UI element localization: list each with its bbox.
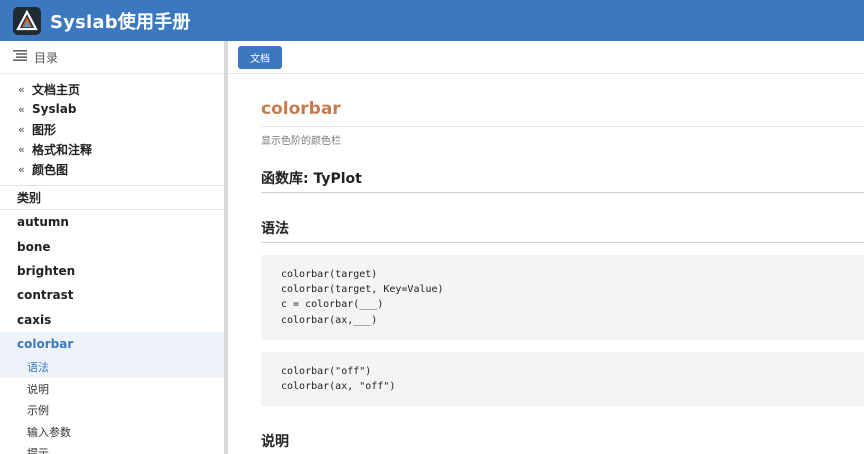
sidebar-item-contrast[interactable]: contrast (0, 283, 224, 307)
code-block[interactable]: colorbar(target) colorbar(target, Key=Va… (261, 255, 864, 340)
sidebar-item-colorbar[interactable]: colorbar (0, 331, 224, 357)
toc-list-icon[interactable] (13, 50, 27, 64)
breadcrumb-item-syslab[interactable]: « Syslab (0, 99, 224, 119)
syslab-logo-icon (13, 6, 41, 35)
double-chevron-left-icon: « (18, 82, 25, 96)
tab-document[interactable]: 文档 (238, 45, 282, 69)
sidebar-item-brighten[interactable]: brighten (0, 259, 224, 283)
breadcrumb-item-home[interactable]: « 文档主页 (0, 79, 224, 99)
sidebar: 目录 « 文档主页 « Syslab « 图形 « 格式和注释 « 颜色图 类别… (0, 41, 224, 454)
sidebar-subitem-syntax[interactable]: 语法 (0, 356, 224, 378)
double-chevron-left-icon: « (18, 142, 25, 156)
top-bar: Syslab使用手册 (0, 0, 864, 41)
sidebar-subitem-examples[interactable]: 示例 (0, 399, 224, 421)
toc-header[interactable]: 目录 (0, 41, 224, 74)
syntax-heading: 语法 (261, 218, 864, 243)
sidebar-item-autumn[interactable]: autumn (0, 210, 224, 234)
page-title: colorbar (261, 99, 341, 119)
code-line: colorbar(ax,___) (281, 314, 378, 326)
divider (261, 126, 864, 127)
sidebar-subitem-description[interactable]: 说明 (0, 378, 224, 400)
double-chevron-left-icon: « (18, 162, 25, 176)
sidebar-item-bone[interactable]: bone (0, 234, 224, 258)
breadcrumb-item-colormap[interactable]: « 颜色图 (0, 159, 224, 179)
toc-label: 目录 (34, 50, 59, 65)
double-chevron-left-icon: « (18, 122, 25, 136)
breadcrumb-item-graphics[interactable]: « 图形 (0, 119, 224, 139)
main-content: 文档 colorbar 显示色阶的颜色栏 函数库: TyPlot 语法 colo… (228, 41, 864, 454)
sidebar-category: 类别 (0, 186, 224, 210)
tab-bar: 文档 (228, 41, 864, 74)
code-line: colorbar(ax, "off") (281, 381, 396, 393)
sidebar-subitem-tips[interactable]: 提示 (0, 442, 224, 454)
page-summary: 显示色阶的颜色栏 (261, 136, 341, 147)
library-heading: 函数库: TyPlot (261, 168, 864, 193)
sidebar-subitem-input-args[interactable]: 输入参数 (0, 421, 224, 443)
code-line: colorbar("off") (281, 365, 372, 377)
app-title: Syslab使用手册 (50, 11, 191, 33)
code-block[interactable]: colorbar("off") colorbar(ax, "off") (261, 351, 864, 407)
code-line: colorbar(target) (281, 269, 378, 280)
code-line: c = colorbar(___) (281, 299, 384, 311)
description-heading: 说明 (261, 431, 864, 454)
double-chevron-left-icon: « (18, 102, 25, 116)
breadcrumb-item-format[interactable]: « 格式和注释 (0, 139, 224, 159)
doc-body: colorbar 显示色阶的颜色栏 函数库: TyPlot 语法 colorba… (261, 99, 864, 454)
breadcrumb: « 文档主页 « Syslab « 图形 « 格式和注释 « 颜色图 (0, 74, 224, 186)
sidebar-item-caxis[interactable]: caxis (0, 308, 224, 332)
code-line: colorbar(target, Key=Value) (281, 284, 444, 296)
